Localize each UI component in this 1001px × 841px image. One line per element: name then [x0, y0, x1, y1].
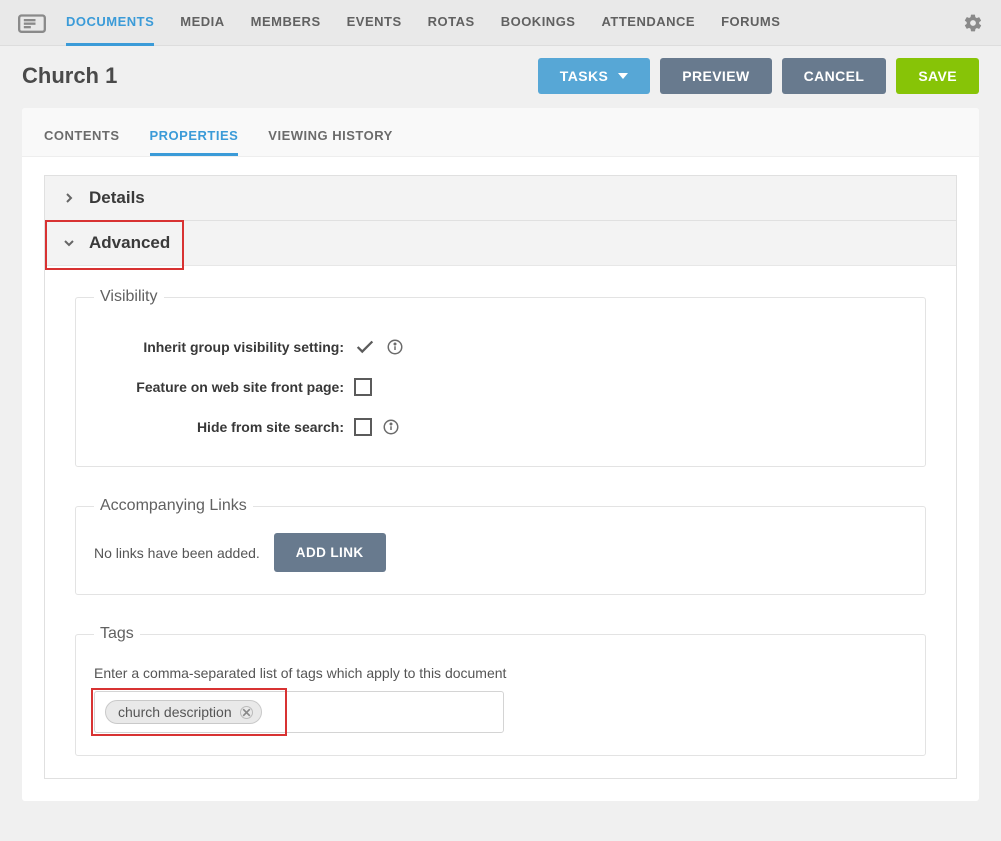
chevron-down-icon	[63, 237, 75, 249]
save-button[interactable]: SAVE	[896, 58, 979, 94]
content-panel: CONTENTS PROPERTIES VIEWING HISTORY Deta…	[22, 108, 979, 801]
preview-button[interactable]: PREVIEW	[660, 58, 771, 94]
tags-legend: Tags	[94, 625, 140, 643]
sub-tabs: CONTENTS PROPERTIES VIEWING HISTORY	[22, 108, 979, 157]
hide-row: Hide from site search:	[94, 410, 907, 444]
cancel-button[interactable]: CANCEL	[782, 58, 887, 94]
tasks-button[interactable]: TASKS	[538, 58, 650, 94]
tags-input[interactable]: church description	[94, 691, 504, 733]
add-link-button[interactable]: ADD LINK	[274, 533, 386, 572]
visibility-fieldset: Visibility Inherit group visibility sett…	[75, 288, 926, 467]
primary-nav: DOCUMENTS MEDIA MEMBERS EVENTS ROTAS BOO…	[66, 0, 963, 46]
nav-item-attendance[interactable]: ATTENDANCE	[601, 0, 695, 46]
gear-icon[interactable]	[963, 13, 983, 33]
nav-item-members[interactable]: MEMBERS	[251, 0, 321, 46]
hide-checkbox[interactable]	[354, 418, 372, 436]
page-title: Church 1	[22, 63, 538, 89]
accordion-details-header[interactable]: Details	[45, 176, 956, 220]
links-fieldset: Accompanying Links No links have been ad…	[75, 497, 926, 595]
nav-item-bookings[interactable]: BOOKINGS	[501, 0, 576, 46]
links-row: No links have been added. ADD LINK	[94, 533, 907, 572]
accordion-advanced-body: Visibility Inherit group visibility sett…	[45, 265, 956, 778]
tab-properties[interactable]: PROPERTIES	[150, 120, 239, 156]
feature-checkbox[interactable]	[354, 378, 372, 396]
feature-label: Feature on web site front page:	[94, 379, 354, 395]
tags-fieldset: Tags Enter a comma-separated list of tag…	[75, 625, 926, 756]
chevron-right-icon	[63, 192, 75, 204]
nav-item-media[interactable]: MEDIA	[180, 0, 224, 46]
accordion-details-title: Details	[89, 188, 145, 208]
hide-label: Hide from site search:	[94, 419, 354, 435]
top-nav-bar: DOCUMENTS MEDIA MEMBERS EVENTS ROTAS BOO…	[0, 0, 1001, 46]
feature-row: Feature on web site front page:	[94, 370, 907, 404]
accordion-container: Details Advanced Visibility Inherit grou…	[22, 157, 979, 801]
chevron-down-icon	[618, 73, 628, 79]
inherit-checkbox[interactable]	[354, 336, 376, 358]
action-buttons: TASKS PREVIEW CANCEL SAVE	[538, 58, 979, 94]
accordion-details: Details	[44, 175, 957, 221]
tags-hint: Enter a comma-separated list of tags whi…	[94, 665, 907, 681]
visibility-legend: Visibility	[94, 288, 164, 306]
inherit-row: Inherit group visibility setting:	[94, 330, 907, 364]
nav-item-forums[interactable]: FORUMS	[721, 0, 780, 46]
info-icon[interactable]	[386, 338, 404, 356]
tag-chip-label: church description	[118, 704, 232, 720]
tab-contents[interactable]: CONTENTS	[44, 120, 120, 156]
inherit-label: Inherit group visibility setting:	[94, 339, 354, 355]
links-legend: Accompanying Links	[94, 497, 253, 515]
tag-chip: church description	[105, 700, 262, 724]
nav-item-events[interactable]: EVENTS	[347, 0, 402, 46]
accordion-advanced-header[interactable]: Advanced	[45, 221, 956, 265]
tasks-button-label: TASKS	[560, 68, 608, 84]
page-header: Church 1 TASKS PREVIEW CANCEL SAVE	[0, 46, 1001, 108]
app-logo-icon	[18, 12, 46, 34]
nav-item-rotas[interactable]: ROTAS	[428, 0, 475, 46]
info-icon[interactable]	[382, 418, 400, 436]
tab-viewing-history[interactable]: VIEWING HISTORY	[268, 120, 393, 156]
links-empty-text: No links have been added.	[94, 545, 260, 561]
accordion-advanced: Advanced Visibility Inherit group visibi…	[44, 221, 957, 779]
accordion-advanced-title: Advanced	[89, 233, 170, 253]
nav-item-documents[interactable]: DOCUMENTS	[66, 0, 154, 46]
remove-tag-icon[interactable]	[240, 706, 253, 719]
